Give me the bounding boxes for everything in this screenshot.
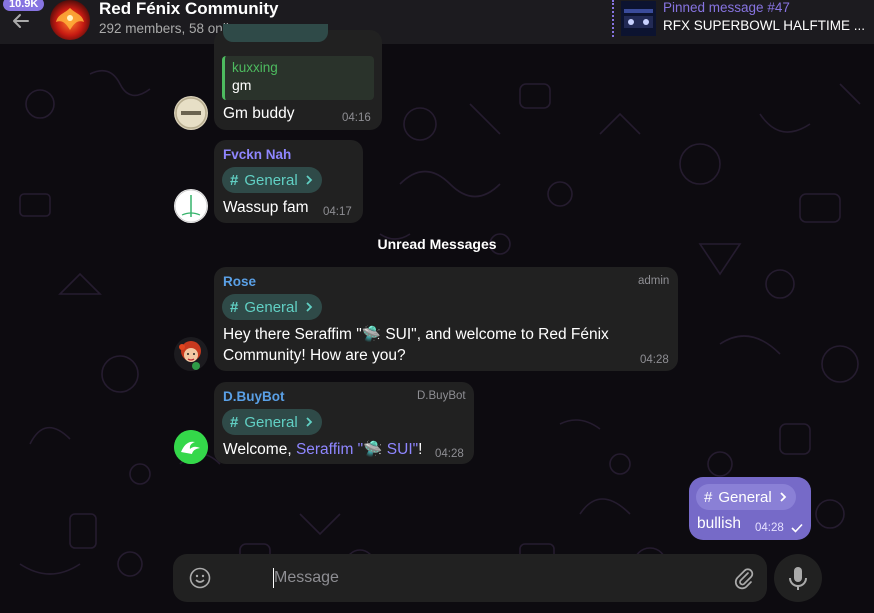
topic-chip-partial xyxy=(223,24,328,42)
avatar[interactable] xyxy=(174,430,208,464)
attach-button[interactable] xyxy=(732,566,756,590)
pinned-message-bar[interactable]: Pinned message #47 RFX SUPERBOWL HALFTIM… xyxy=(612,0,874,37)
hash-icon: # xyxy=(230,171,239,189)
topic-label: General xyxy=(718,488,772,506)
topic-label: General xyxy=(244,298,298,316)
reply-text: gm xyxy=(232,77,252,93)
chat-header: 10.9K Red Fénix Community 292 members, 5… xyxy=(0,0,874,44)
emoji-button[interactable] xyxy=(189,567,211,589)
topic-chip[interactable]: # General xyxy=(222,409,322,435)
topic-chip[interactable]: # General xyxy=(222,294,322,320)
read-check-icon xyxy=(791,523,803,533)
chevron-right-icon xyxy=(306,417,312,427)
smiley-icon xyxy=(189,567,211,589)
unread-messages-divider: Unread Messages xyxy=(377,236,497,252)
hash-icon: # xyxy=(230,413,239,431)
message-time: 04:28 xyxy=(755,522,784,534)
message-sender[interactable]: Rose xyxy=(223,274,256,289)
reply-sender: kuxxing xyxy=(232,60,278,75)
message-text: Gm buddy xyxy=(223,105,295,122)
topic-label: General xyxy=(244,171,298,189)
pinned-thumbnail xyxy=(621,1,656,36)
message-bubble[interactable]: kuxxing gm Gm buddy 04:16 xyxy=(214,24,382,130)
message-text-suffix: ! xyxy=(418,441,423,458)
admin-badge: admin xyxy=(638,275,670,287)
message-input-wrap xyxy=(223,568,773,588)
chevron-right-icon xyxy=(306,302,312,312)
chevron-right-icon xyxy=(306,175,312,185)
message-text-prefix: Welcome, xyxy=(223,441,296,458)
outgoing-message-bubble[interactable]: # General bullish 04:28 xyxy=(689,477,811,540)
message-text: Hey there Seraffim "🛸 SUI", and welcome … xyxy=(223,326,609,364)
message-sender[interactable]: Fvckn Nah xyxy=(223,147,291,162)
avatar[interactable] xyxy=(174,189,208,223)
message-time: 04:16 xyxy=(342,112,371,124)
message-bubble[interactable]: D.BuyBot D.BuyBot # General Welcome, Ser… xyxy=(214,382,474,464)
topic-chip[interactable]: # General xyxy=(222,167,322,193)
message-text: Welcome, Seraffim "🛸 SUI"! xyxy=(223,439,422,460)
message-bubble[interactable]: Rose admin # General Hey there Seraffim … xyxy=(214,267,678,371)
user-mention-link[interactable]: Seraffim "🛸 SUI" xyxy=(296,441,418,458)
phoenix-logo-icon xyxy=(56,8,84,30)
unread-count-badge: 10.9K xyxy=(3,0,45,11)
avatar[interactable] xyxy=(174,96,208,130)
message-bubble[interactable]: Fvckn Nah # General Wassup fam 04:17 xyxy=(214,140,363,223)
message-time: 04:28 xyxy=(640,354,669,366)
bot-badge: D.BuyBot xyxy=(417,390,466,402)
rose-avatar-icon xyxy=(179,341,201,370)
microphone-icon xyxy=(789,567,807,590)
reply-preview[interactable]: kuxxing gm xyxy=(222,56,374,100)
coin-avatar-icon xyxy=(175,97,207,129)
wave-bot-avatar-icon xyxy=(174,430,208,464)
line-avatar-icon xyxy=(174,189,208,223)
message-time: 04:28 xyxy=(435,448,464,460)
group-title[interactable]: Red Fénix Community xyxy=(99,0,278,19)
message-text: Wassup fam xyxy=(223,199,309,216)
hash-icon: # xyxy=(230,298,239,316)
pinned-message-title: Pinned message #47 xyxy=(663,0,790,15)
pinned-message-text: RFX SUPERBOWL HALFTIME ... xyxy=(663,18,866,33)
message-input[interactable] xyxy=(273,568,773,588)
topic-chip[interactable]: # General xyxy=(696,484,796,510)
message-text: bullish xyxy=(697,515,741,532)
message-sender[interactable]: D.BuyBot xyxy=(223,389,285,404)
hash-icon: # xyxy=(704,488,713,506)
group-avatar[interactable] xyxy=(50,0,90,40)
chevron-right-icon xyxy=(780,492,786,502)
paperclip-icon xyxy=(734,568,754,590)
voice-record-button[interactable] xyxy=(774,554,822,602)
avatar[interactable] xyxy=(174,337,208,371)
message-composer xyxy=(173,554,773,602)
topic-label: General xyxy=(244,413,298,431)
message-time: 04:17 xyxy=(323,206,352,218)
